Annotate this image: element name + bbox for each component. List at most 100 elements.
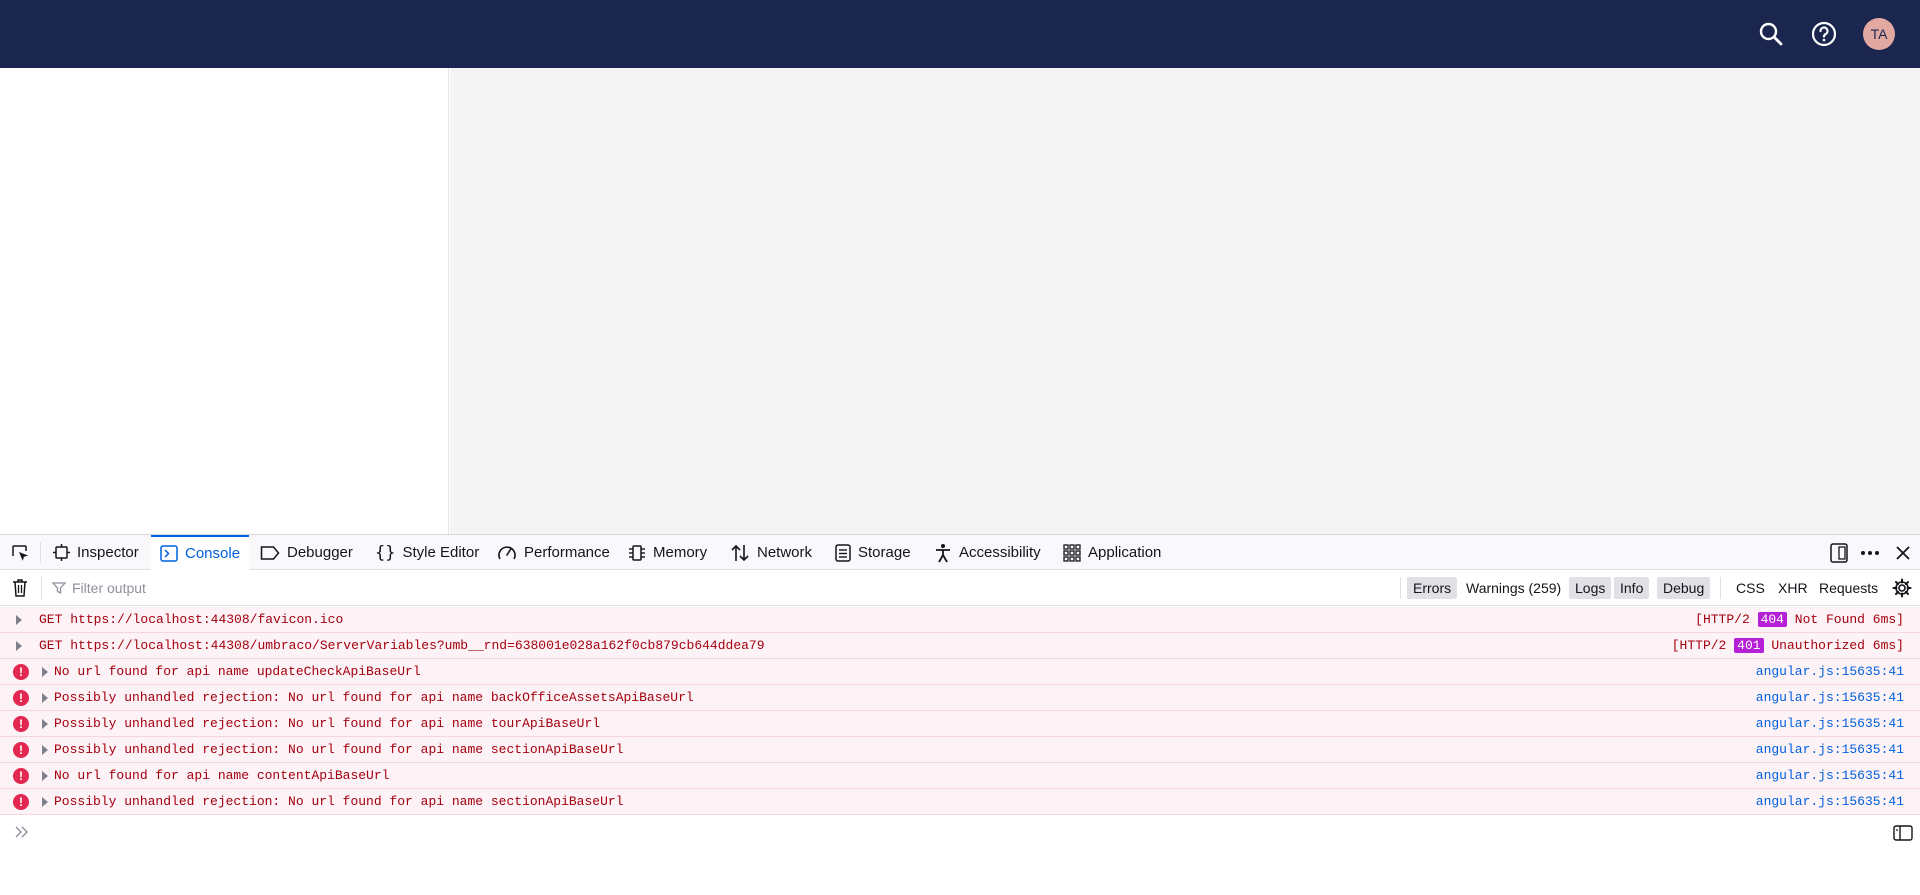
tab-memory[interactable]: Memory — [619, 535, 716, 570]
log-message: No url found for api name contentApiBase… — [54, 768, 390, 783]
tab-label: Accessibility — [959, 544, 1041, 561]
network-log-row[interactable]: GET https://localhost:44308/umbraco/Serv… — [0, 633, 1920, 659]
log-message: GET https://localhost:44308/favicon.ico — [39, 612, 344, 627]
error-icon: ! — [13, 716, 29, 732]
more-options-icon[interactable] — [1857, 535, 1883, 570]
tab-label: Memory — [653, 544, 708, 561]
tab-performance[interactable]: Performance — [488, 535, 619, 570]
storage-icon — [835, 543, 851, 562]
tab-label: Application — [1088, 544, 1162, 561]
console-icon — [160, 545, 178, 562]
expand-arrow-icon[interactable] — [42, 693, 48, 703]
clear-console-icon[interactable] — [10, 578, 30, 603]
tab-debugger[interactable]: Debugger — [251, 535, 362, 570]
tab-network[interactable]: Network — [721, 535, 821, 570]
log-level-filters: Errors Warnings (259) Logs Info Debug — [1400, 577, 1711, 599]
network-icon — [731, 544, 749, 561]
tab-inspector[interactable]: Inspector — [44, 535, 148, 570]
console-input-line[interactable] — [0, 817, 1920, 847]
error-log-row[interactable]: ! No url found for api name contentApiBa… — [0, 763, 1920, 789]
filter-output-input[interactable] — [72, 580, 1372, 596]
filter-icon — [52, 582, 66, 595]
tab-application[interactable]: Application — [1054, 535, 1170, 570]
expand-arrow-icon[interactable] — [42, 667, 48, 677]
log-message: Possibly unhandled rejection: No url fou… — [54, 716, 601, 731]
source-link[interactable]: angular.js:15635:41 — [1756, 716, 1904, 731]
filter-logs-button[interactable]: Logs — [1569, 577, 1612, 599]
prompt-chevron-icon — [15, 826, 28, 838]
status-code-badge: 401 — [1734, 638, 1764, 653]
style-editor-icon: {} — [375, 542, 396, 563]
filter-errors-button[interactable]: Errors — [1407, 577, 1458, 599]
section-tree-panel — [0, 68, 449, 534]
app-header: TA — [0, 0, 1920, 68]
tab-label: Performance — [524, 544, 610, 561]
error-log-row[interactable]: ! Possibly unhandled rejection: No url f… — [0, 685, 1920, 711]
filter-warnings-button[interactable]: Warnings (259) — [1460, 577, 1567, 599]
user-avatar[interactable]: TA — [1863, 18, 1895, 50]
network-log-row[interactable]: GET https://localhost:44308/favicon.ico … — [0, 607, 1920, 633]
main-content-area — [450, 68, 1920, 534]
filter-xhr-button[interactable]: XHR — [1772, 577, 1814, 599]
accessibility-icon — [936, 543, 950, 562]
tab-console[interactable]: Console — [151, 535, 250, 570]
console-filter-bar: Errors Warnings (259) Logs Info Debug CS… — [0, 570, 1920, 606]
filter-requests-button[interactable]: Requests — [1813, 577, 1884, 599]
tab-storage[interactable]: Storage — [826, 535, 920, 570]
source-link[interactable]: angular.js:15635:41 — [1756, 690, 1904, 705]
inspector-icon — [53, 544, 70, 561]
tab-label: Storage — [858, 544, 911, 561]
divider — [41, 576, 42, 600]
tab-label: Network — [757, 544, 813, 561]
tab-label: Style Editor — [402, 544, 480, 561]
search-icon[interactable] — [1755, 18, 1787, 50]
help-icon[interactable] — [1808, 18, 1840, 50]
source-link[interactable]: angular.js:15635:41 — [1756, 794, 1904, 809]
performance-icon — [498, 545, 516, 559]
responsive-design-icon[interactable] — [1826, 535, 1852, 570]
expand-arrow-icon[interactable] — [42, 797, 48, 807]
error-log-row[interactable]: ! No url found for api name updateCheckA… — [0, 659, 1920, 685]
filter-output-field[interactable] — [52, 577, 1382, 599]
error-icon: ! — [13, 664, 29, 680]
devtools-panel: Inspector Console Debugger {} Style Edit… — [0, 534, 1920, 895]
error-icon: ! — [13, 794, 29, 810]
source-link[interactable]: angular.js:15635:41 — [1756, 742, 1904, 757]
error-icon: ! — [13, 690, 29, 706]
devtools-toolbar: Inspector Console Debugger {} Style Edit… — [0, 535, 1920, 570]
expand-arrow-icon[interactable] — [42, 719, 48, 729]
source-link[interactable]: angular.js:15635:41 — [1756, 664, 1904, 679]
http-status: [HTTP/2 401 Unauthorized 6ms] — [1671, 638, 1904, 653]
tab-label: Inspector — [77, 544, 139, 561]
expand-arrow-icon[interactable] — [42, 771, 48, 781]
expand-arrow-icon[interactable] — [42, 745, 48, 755]
element-picker-icon[interactable] — [6, 535, 34, 570]
tab-style-editor[interactable]: {} Style Editor — [366, 535, 488, 570]
tab-accessibility[interactable]: Accessibility — [925, 535, 1050, 570]
console-settings-icon[interactable] — [1892, 578, 1912, 603]
editor-mode-toggle-icon[interactable] — [1893, 825, 1913, 841]
http-status: [HTTP/2 404 Not Found 6ms] — [1695, 612, 1904, 627]
memory-icon — [629, 544, 645, 561]
log-message: Possibly unhandled rejection: No url fou… — [54, 690, 694, 705]
application-icon — [1063, 543, 1081, 562]
error-log-row[interactable]: ! Possibly unhandled rejection: No url f… — [0, 737, 1920, 763]
error-log-row[interactable]: ! Possibly unhandled rejection: No url f… — [0, 789, 1920, 815]
close-icon[interactable] — [1890, 535, 1916, 570]
error-icon: ! — [13, 768, 29, 784]
log-message: Possibly unhandled rejection: No url fou… — [54, 794, 624, 809]
expand-arrow-icon[interactable] — [16, 615, 22, 625]
error-icon: ! — [13, 742, 29, 758]
filter-debug-button[interactable]: Debug — [1657, 577, 1711, 599]
error-log-row[interactable]: ! Possibly unhandled rejection: No url f… — [0, 711, 1920, 737]
divider — [1720, 577, 1721, 599]
filter-info-button[interactable]: Info — [1614, 577, 1650, 599]
filter-css-button[interactable]: CSS — [1730, 577, 1771, 599]
expand-arrow-icon[interactable] — [16, 641, 22, 651]
log-message: No url found for api name updateCheckApi… — [54, 664, 421, 679]
tab-label: Console — [185, 545, 241, 562]
toolbar-separator — [40, 542, 41, 563]
source-link[interactable]: angular.js:15635:41 — [1756, 768, 1904, 783]
log-message: Possibly unhandled rejection: No url fou… — [54, 742, 624, 757]
tab-label: Debugger — [287, 544, 353, 561]
